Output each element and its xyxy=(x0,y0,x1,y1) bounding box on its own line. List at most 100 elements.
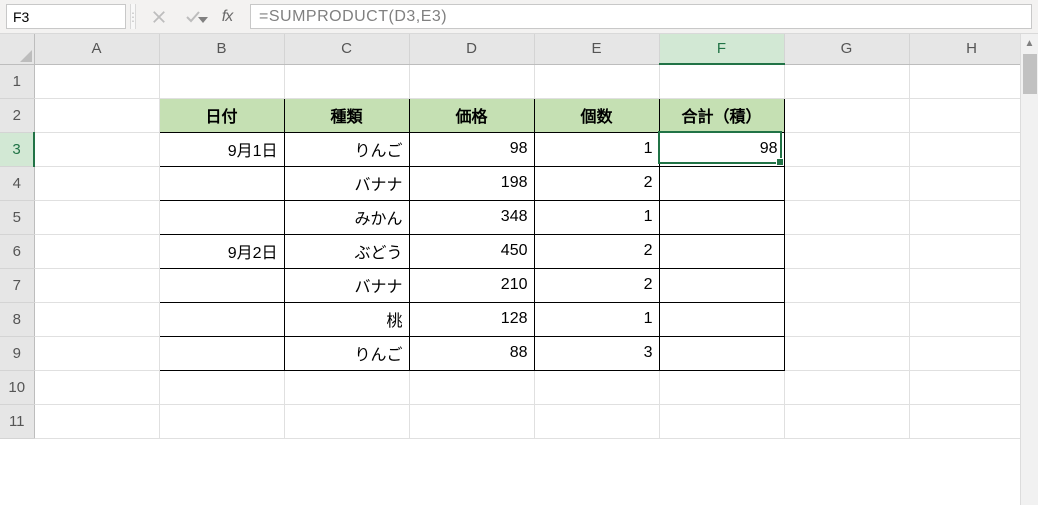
cell-E9[interactable]: 3 xyxy=(534,336,659,370)
cell-E2[interactable]: 個数 xyxy=(534,98,659,132)
cell-G6[interactable] xyxy=(784,234,909,268)
cell-C1[interactable] xyxy=(284,64,409,98)
cell-H4[interactable] xyxy=(909,166,1034,200)
name-box[interactable] xyxy=(6,4,126,29)
cell-C3[interactable]: りんご xyxy=(284,132,409,166)
col-header-H[interactable]: H xyxy=(909,34,1034,64)
cell-A2[interactable] xyxy=(34,98,159,132)
cell-F4[interactable] xyxy=(659,166,784,200)
cell-G5[interactable] xyxy=(784,200,909,234)
cell-G4[interactable] xyxy=(784,166,909,200)
cell-F8[interactable] xyxy=(659,302,784,336)
cell-F9[interactable] xyxy=(659,336,784,370)
formula-input[interactable] xyxy=(259,8,1023,26)
cell-E10[interactable] xyxy=(534,370,659,404)
cell-A6[interactable] xyxy=(34,234,159,268)
cell-H10[interactable] xyxy=(909,370,1034,404)
row-header-3[interactable]: 3 xyxy=(0,132,34,166)
row-header-9[interactable]: 9 xyxy=(0,336,34,370)
vertical-scroll-thumb[interactable] xyxy=(1023,54,1037,94)
cell-B2[interactable]: 日付 xyxy=(159,98,284,132)
cell-C10[interactable] xyxy=(284,370,409,404)
cell-E3[interactable]: 1 xyxy=(534,132,659,166)
cell-A3[interactable] xyxy=(34,132,159,166)
cell-E8[interactable]: 1 xyxy=(534,302,659,336)
cell-A7[interactable] xyxy=(34,268,159,302)
cell-F2[interactable]: 合計（積） xyxy=(659,98,784,132)
cell-B1[interactable] xyxy=(159,64,284,98)
cell-F1[interactable] xyxy=(659,64,784,98)
cell-H3[interactable] xyxy=(909,132,1034,166)
cell-A8[interactable] xyxy=(34,302,159,336)
cell-B4[interactable] xyxy=(159,166,284,200)
cell-H2[interactable] xyxy=(909,98,1034,132)
cell-D7[interactable]: 210 xyxy=(409,268,534,302)
cell-B8[interactable] xyxy=(159,302,284,336)
cell-H6[interactable] xyxy=(909,234,1034,268)
cell-G10[interactable] xyxy=(784,370,909,404)
cell-B6[interactable]: 9月2日 xyxy=(159,234,284,268)
cell-A5[interactable] xyxy=(34,200,159,234)
cell-H5[interactable] xyxy=(909,200,1034,234)
cell-H11[interactable] xyxy=(909,404,1034,438)
cell-A9[interactable] xyxy=(34,336,159,370)
row-header-2[interactable]: 2 xyxy=(0,98,34,132)
cell-B3[interactable]: 9月1日 xyxy=(159,132,284,166)
row-header-7[interactable]: 7 xyxy=(0,268,34,302)
cell-A4[interactable] xyxy=(34,166,159,200)
cell-E7[interactable]: 2 xyxy=(534,268,659,302)
confirm-icon[interactable] xyxy=(184,8,202,26)
cell-F3[interactable]: 98 xyxy=(659,132,784,166)
cell-C4[interactable]: バナナ xyxy=(284,166,409,200)
col-header-D[interactable]: D xyxy=(409,34,534,64)
row-header-10[interactable]: 10 xyxy=(0,370,34,404)
fx-icon[interactable]: fx xyxy=(218,8,236,26)
cancel-icon[interactable] xyxy=(150,8,168,26)
cell-E1[interactable] xyxy=(534,64,659,98)
cell-D5[interactable]: 348 xyxy=(409,200,534,234)
row-header-11[interactable]: 11 xyxy=(0,404,34,438)
cell-A1[interactable] xyxy=(34,64,159,98)
cell-G1[interactable] xyxy=(784,64,909,98)
cell-G7[interactable] xyxy=(784,268,909,302)
cell-F10[interactable] xyxy=(659,370,784,404)
row-header-8[interactable]: 8 xyxy=(0,302,34,336)
cell-E6[interactable]: 2 xyxy=(534,234,659,268)
cell-E5[interactable]: 1 xyxy=(534,200,659,234)
col-header-E[interactable]: E xyxy=(534,34,659,64)
cell-E4[interactable]: 2 xyxy=(534,166,659,200)
cell-H9[interactable] xyxy=(909,336,1034,370)
row-header-6[interactable]: 6 xyxy=(0,234,34,268)
formula-input-container[interactable] xyxy=(250,4,1032,29)
cell-D1[interactable] xyxy=(409,64,534,98)
cell-D4[interactable]: 198 xyxy=(409,166,534,200)
cell-F11[interactable] xyxy=(659,404,784,438)
row-header-4[interactable]: 4 xyxy=(0,166,34,200)
cell-G11[interactable] xyxy=(784,404,909,438)
col-header-F[interactable]: F xyxy=(659,34,784,64)
cell-B11[interactable] xyxy=(159,404,284,438)
cell-F7[interactable] xyxy=(659,268,784,302)
col-header-A[interactable]: A xyxy=(34,34,159,64)
cell-A10[interactable] xyxy=(34,370,159,404)
cell-B7[interactable] xyxy=(159,268,284,302)
cell-G9[interactable] xyxy=(784,336,909,370)
scroll-up-icon[interactable]: ▲ xyxy=(1021,34,1038,52)
cell-B9[interactable] xyxy=(159,336,284,370)
cell-C6[interactable]: ぶどう xyxy=(284,234,409,268)
cell-C5[interactable]: みかん xyxy=(284,200,409,234)
cell-G2[interactable] xyxy=(784,98,909,132)
cell-D10[interactable] xyxy=(409,370,534,404)
cell-D3[interactable]: 98 xyxy=(409,132,534,166)
cell-A11[interactable] xyxy=(34,404,159,438)
cell-D6[interactable]: 450 xyxy=(409,234,534,268)
cell-G8[interactable] xyxy=(784,302,909,336)
cell-D8[interactable]: 128 xyxy=(409,302,534,336)
cell-D2[interactable]: 価格 xyxy=(409,98,534,132)
col-header-G[interactable]: G xyxy=(784,34,909,64)
cell-D9[interactable]: 88 xyxy=(409,336,534,370)
cell-H8[interactable] xyxy=(909,302,1034,336)
cell-B5[interactable] xyxy=(159,200,284,234)
cell-C9[interactable]: りんご xyxy=(284,336,409,370)
cell-C8[interactable]: 桃 xyxy=(284,302,409,336)
